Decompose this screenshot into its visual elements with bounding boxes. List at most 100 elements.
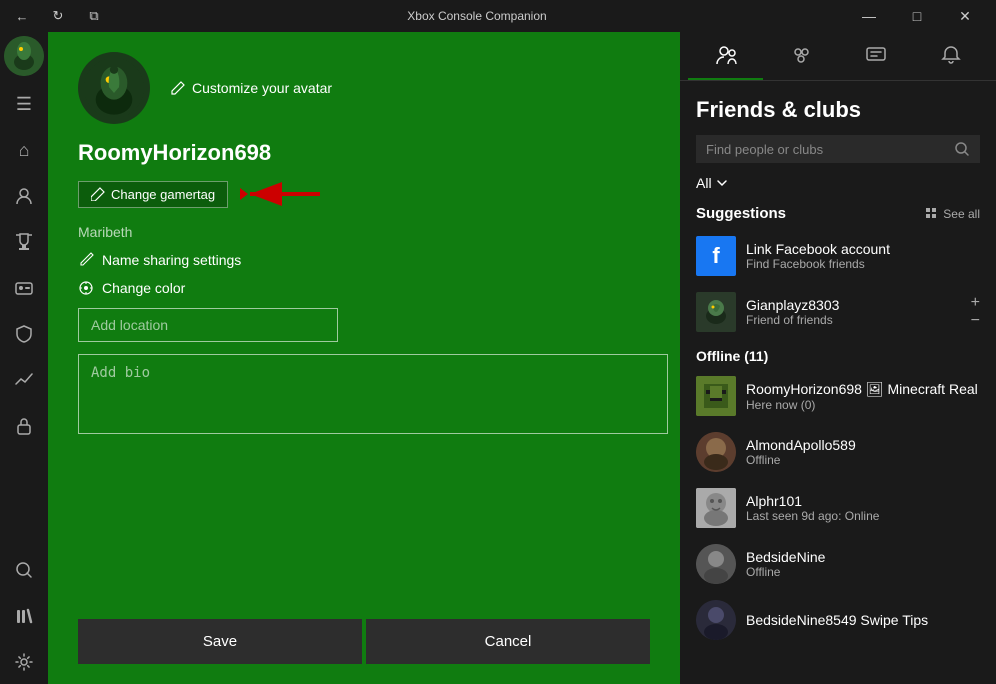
gamertag-arrow-row: Change gamertag: [78, 178, 650, 210]
bottom-buttons: Save Cancel: [78, 603, 650, 664]
change-color-row[interactable]: Change color: [78, 280, 650, 296]
almondapollo-avatar: [696, 432, 736, 472]
friend-bedsidenine8549[interactable]: BedsideNine8549 Swipe Tips: [680, 592, 996, 648]
sidebar-shield-icon[interactable]: [2, 312, 46, 356]
facebook-avatar: f: [696, 236, 736, 276]
minimize-button[interactable]: —: [846, 0, 892, 32]
title-bar: ← ↻ ⧉ Xbox Console Companion — □ ✕: [0, 0, 996, 32]
sidebar-menu-icon[interactable]: ☰: [2, 82, 46, 126]
save-button[interactable]: Save: [78, 619, 362, 664]
bedsidenine8549-info: BedsideNine8549 Swipe Tips: [746, 612, 980, 628]
close-button[interactable]: ✕: [942, 0, 988, 32]
bedsidenine-info: BedsideNine Offline: [746, 549, 980, 579]
sidebar-avatar[interactable]: [4, 36, 44, 76]
back-button[interactable]: ←: [8, 4, 36, 28]
search-input[interactable]: [706, 142, 946, 157]
name-sharing-row[interactable]: Name sharing settings: [78, 252, 650, 268]
gianplayz-avatar: [696, 292, 736, 332]
bedsidenine-status: Offline: [746, 565, 980, 579]
suggestion-facebook[interactable]: f Link Facebook account Find Facebook fr…: [680, 228, 996, 284]
friend-roomyhorizon[interactable]: RoomyHorizon698 🖼 Minecraft Real Here no…: [680, 368, 996, 424]
red-arrow: [240, 178, 330, 210]
sidebar-settings-icon[interactable]: [2, 640, 46, 684]
find-facebook-status: Find Facebook friends: [746, 257, 980, 271]
sidebar-search-icon[interactable]: [2, 548, 46, 592]
sidebar-trophy-icon[interactable]: [2, 220, 46, 264]
friend-bedsidenine[interactable]: BedsideNine Offline: [680, 536, 996, 592]
location-input[interactable]: [78, 308, 338, 342]
tab-friends[interactable]: [688, 32, 763, 80]
gamertag-name: RoomyHorizon698: [78, 140, 650, 166]
sidebar-home-icon[interactable]: ⌂: [2, 128, 46, 172]
offline-section-header: Offline (11): [680, 340, 996, 368]
bedsidenine-avatar: [696, 544, 736, 584]
all-filter-button[interactable]: All: [696, 175, 728, 191]
gamertag-display: RoomyHorizon698: [78, 136, 650, 166]
almondapollo-info: AlmondApollo589 Offline: [746, 437, 980, 467]
tab-party[interactable]: [763, 32, 838, 80]
alphr101-name: Alphr101: [746, 493, 980, 509]
sidebar-trending-icon[interactable]: [2, 358, 46, 402]
right-panel-tabs: [680, 32, 996, 81]
sidebar-social-icon[interactable]: [2, 174, 46, 218]
cancel-button[interactable]: Cancel: [366, 619, 650, 664]
avatar-circle[interactable]: [78, 52, 150, 124]
add-friend-button[interactable]: +: [971, 295, 980, 311]
tab-messages[interactable]: [838, 32, 913, 80]
roomyhorizon-avatar: [696, 376, 736, 416]
filter-row: All: [680, 171, 996, 199]
sidebar-gamepass-icon[interactable]: [2, 266, 46, 310]
almondapollo-name: AlmondApollo589: [746, 437, 980, 453]
alphr101-info: Alphr101 Last seen 9d ago: Online: [746, 493, 980, 523]
dismiss-button[interactable]: −: [971, 313, 980, 329]
see-all-button[interactable]: See all: [925, 207, 980, 221]
refresh-button[interactable]: ↻: [44, 4, 72, 28]
app-title: Xbox Console Companion: [108, 9, 846, 23]
app-body: ☰ ⌂: [0, 32, 996, 684]
gianplayz-status: Friend of friends: [746, 313, 961, 327]
search-box[interactable]: [696, 135, 980, 163]
almondapollo-status: Offline: [746, 453, 980, 467]
real-name: Maribeth: [78, 224, 650, 240]
customize-label: Customize your avatar: [192, 80, 332, 96]
left-sidebar: ☰ ⌂: [0, 32, 48, 684]
maximize-button[interactable]: □: [894, 0, 940, 32]
friends-clubs-title: Friends & clubs: [680, 81, 996, 131]
suggestions-title: Suggestions: [696, 205, 786, 222]
link-facebook-name: Link Facebook account: [746, 241, 980, 257]
sidebar-lock-icon[interactable]: [2, 404, 46, 448]
customize-avatar-button[interactable]: Customize your avatar: [170, 80, 332, 96]
tab-notifications[interactable]: [913, 32, 988, 80]
see-all-label: See all: [943, 207, 980, 221]
bio-input[interactable]: [78, 354, 668, 434]
right-panel-content: Friends & clubs All S: [680, 81, 996, 684]
name-sharing-label: Name sharing settings: [102, 252, 241, 268]
change-gamertag-label: Change gamertag: [111, 187, 215, 202]
gianplayz-actions: + −: [971, 295, 980, 329]
sidebar-library-icon[interactable]: [2, 594, 46, 638]
bedsidenine8549-name: BedsideNine8549 Swipe Tips: [746, 612, 980, 628]
friend-alphr101[interactable]: Alphr101 Last seen 9d ago: Online: [680, 480, 996, 536]
grid-icon: [925, 207, 939, 221]
bedsidenine-name: BedsideNine: [746, 549, 980, 565]
change-color-label: Change color: [102, 280, 185, 296]
window-button[interactable]: ⧉: [80, 4, 108, 28]
main-content: Customize your avatar RoomyHorizon698 Ch…: [48, 32, 680, 684]
friend-almondapollo[interactable]: AlmondApollo589 Offline: [680, 424, 996, 480]
roomyhorizon-name: RoomyHorizon698 🖼 Minecraft Real: [746, 381, 980, 398]
roomyhorizon-info: RoomyHorizon698 🖼 Minecraft Real Here no…: [746, 381, 980, 412]
change-gamertag-button[interactable]: Change gamertag: [78, 181, 228, 208]
roomyhorizon-status: Here now (0): [746, 398, 980, 412]
title-bar-left: ← ↻ ⧉: [8, 4, 108, 28]
facebook-info: Link Facebook account Find Facebook frie…: [746, 241, 980, 271]
suggestion-gianplayz[interactable]: Gianplayz8303 Friend of friends + −: [680, 284, 996, 340]
bedsidenine8549-avatar: [696, 600, 736, 640]
right-panel: Friends & clubs All S: [680, 32, 996, 684]
filter-label: All: [696, 175, 712, 191]
search-icon: [954, 141, 970, 157]
window-controls: — □ ✕: [846, 0, 988, 32]
avatar-row: Customize your avatar: [78, 52, 650, 124]
alphr101-status: Last seen 9d ago: Online: [746, 509, 980, 523]
suggestions-header: Suggestions See all: [680, 199, 996, 228]
gianplayz-name: Gianplayz8303: [746, 297, 961, 313]
